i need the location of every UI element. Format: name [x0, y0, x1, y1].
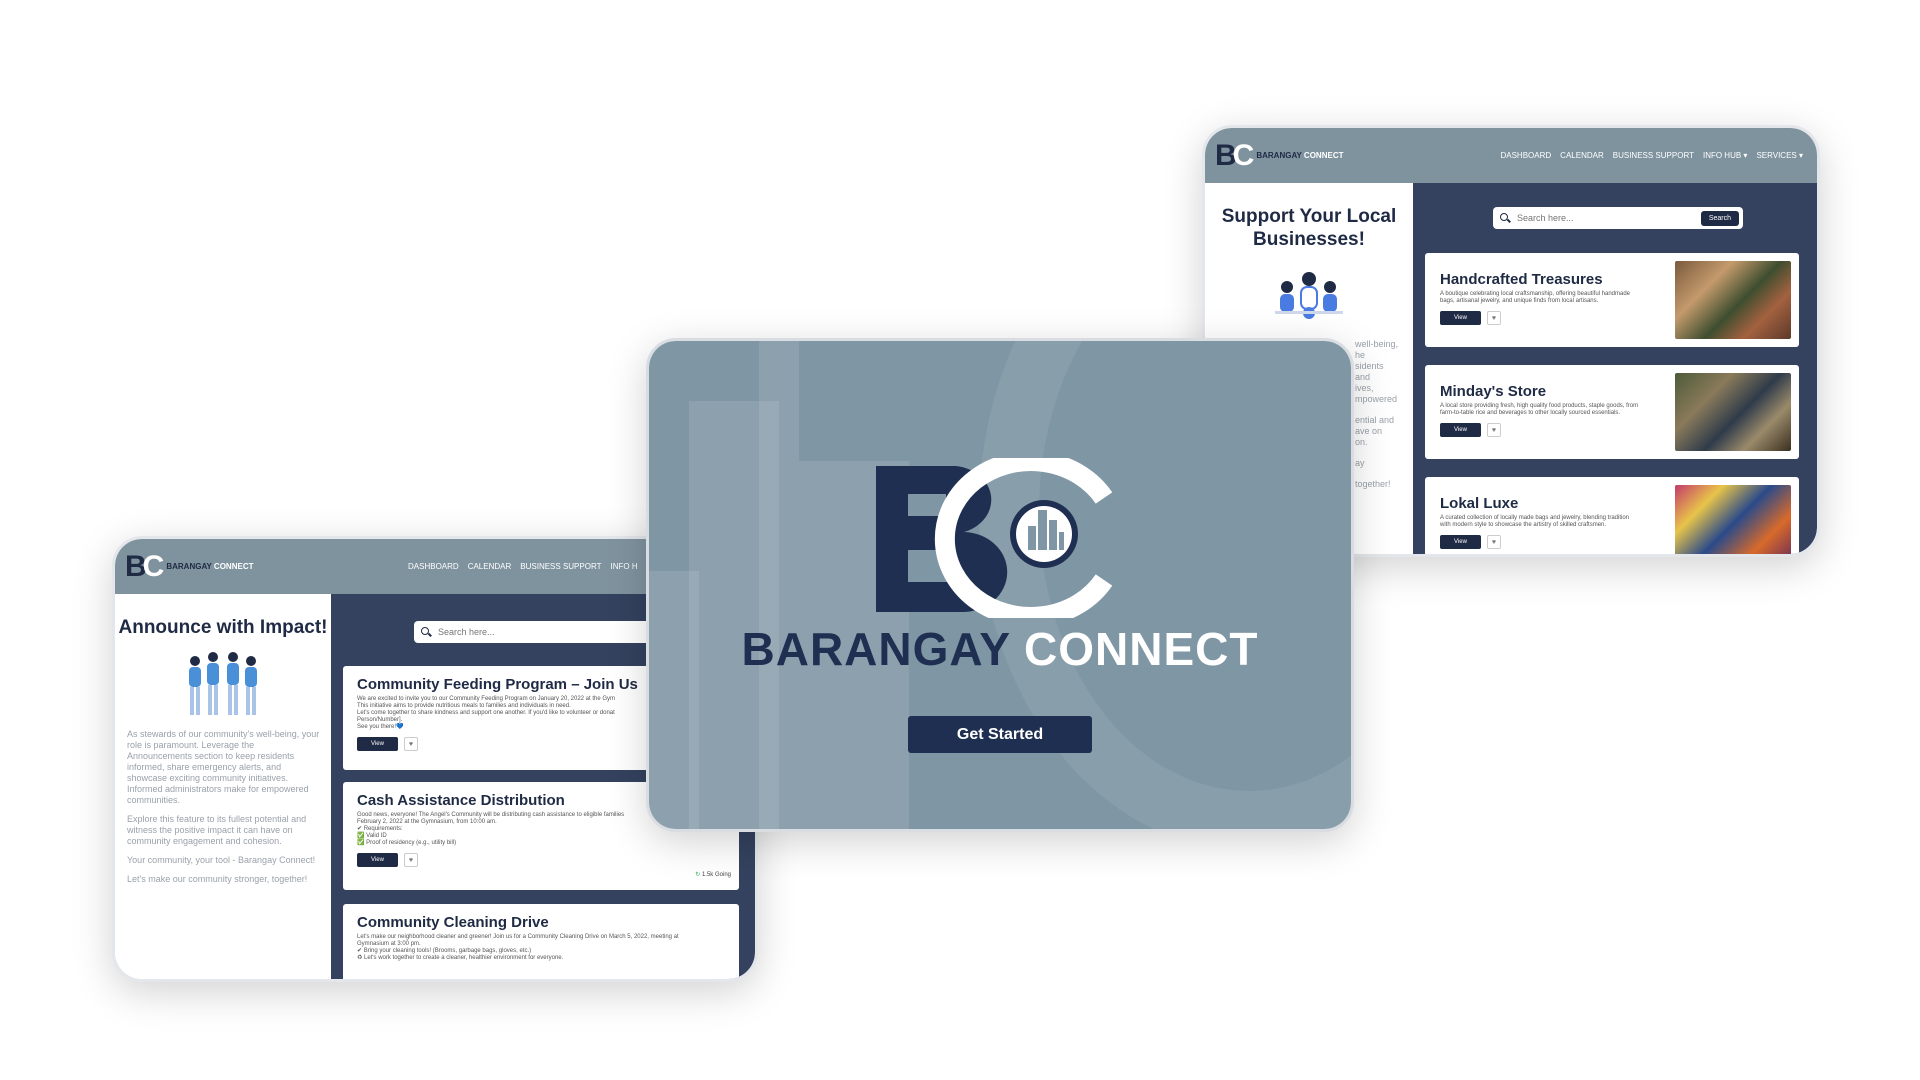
nav-services[interactable]: SERVICES ▾	[1756, 151, 1803, 160]
nav-business-support[interactable]: BUSINESS SUPPORT	[520, 562, 601, 571]
sidebar-text-line: together!	[1355, 479, 1391, 489]
nav-business-support[interactable]: BUSINESS SUPPORT	[1613, 151, 1694, 160]
announcement-body: Let's make our neighborhood cleaner and …	[357, 934, 679, 961]
brand-logo[interactable]: BC BARANGAY CONNECT	[125, 550, 253, 584]
view-button[interactable]: View	[1440, 311, 1481, 325]
page-heading: Announce with Impact!	[118, 617, 328, 638]
business-title: Minday's Store	[1440, 383, 1547, 400]
heart-icon[interactable]: ♥	[1486, 535, 1501, 549]
sidebar-text-line: ay	[1355, 458, 1365, 468]
view-button[interactable]: View	[1440, 423, 1481, 437]
sidebar-text-line: ave on	[1355, 426, 1383, 436]
splash-title: BARANGAY CONNECT	[741, 623, 1259, 675]
logo-wordmark: BARANGAY CONNECT	[166, 562, 254, 571]
people-illustration-icon	[1267, 265, 1351, 327]
sidebar-text-line	[1355, 405, 1413, 415]
background-building	[759, 341, 799, 829]
view-button[interactable]: View	[357, 737, 398, 751]
nav-info-hub[interactable]: INFO H	[610, 562, 637, 571]
sidebar-text-line: and	[1355, 372, 1371, 382]
nav-dashboard[interactable]: DASHBOARD	[408, 562, 459, 571]
business-title: Lokal Luxe	[1440, 495, 1519, 512]
sidebar-text-line: ives,	[1355, 383, 1374, 393]
nav-info-hub[interactable]: INFO HUB ▾	[1703, 151, 1747, 160]
sidebar-text-line	[1355, 469, 1413, 479]
heart-icon[interactable]: ♥	[1486, 423, 1501, 437]
sidebar-text-line: sidents	[1355, 361, 1384, 371]
sidebar-description: As stewards of our community's well-bein…	[127, 729, 320, 884]
sidebar-text-line: mpowered	[1355, 394, 1398, 404]
search-bar[interactable]	[414, 621, 654, 643]
nav-links: DASHBOARD CALENDAR BUSINESS SUPPORT INFO…	[408, 562, 638, 571]
bc-logo-mark	[876, 451, 1116, 627]
page-heading: Support Your Local Businesses!	[1221, 206, 1397, 250]
business-photo	[1675, 485, 1791, 554]
going-count: ↻ 1.5k Going	[695, 872, 731, 878]
sidebar-text-line: well-being,	[1355, 339, 1399, 349]
team-illustration-icon	[181, 647, 265, 719]
search-input[interactable]	[436, 626, 654, 638]
sidebar-text-line: he	[1355, 350, 1366, 360]
sidebar: Announce with Impact! As stewards of our…	[115, 594, 331, 979]
search-icon	[1500, 212, 1511, 224]
search-button[interactable]: Search	[1700, 210, 1739, 226]
business-photo	[1675, 261, 1791, 339]
business-title: Handcrafted Treasures	[1440, 271, 1603, 288]
logo-wordmark: BARANGAY CONNECT	[1256, 151, 1344, 160]
sidebar-text-line: on.	[1355, 437, 1368, 447]
business-description: A boutique celebrating local craftsmansh…	[1440, 291, 1631, 304]
nav-dashboard[interactable]: DASHBOARD	[1500, 151, 1551, 160]
background-building	[649, 571, 699, 829]
search-icon	[421, 626, 432, 638]
view-button[interactable]: View	[357, 853, 398, 867]
announcement-card: Community Cleaning Drive Let's make our …	[343, 904, 739, 979]
sidebar-text-line	[1355, 448, 1413, 458]
top-nav: BC BARANGAY CONNECT DASHBOARD CALENDAR B…	[1205, 128, 1817, 183]
business-card: Lokal Luxe A curated collection of local…	[1425, 477, 1799, 554]
view-button[interactable]: View	[1440, 535, 1481, 549]
nav-calendar[interactable]: CALENDAR	[1560, 151, 1604, 160]
business-photo	[1675, 373, 1791, 451]
business-description: A curated collection of locally made bag…	[1440, 515, 1629, 528]
heart-icon[interactable]: ♥	[403, 853, 418, 867]
business-description: A local store providing fresh, high qual…	[1440, 403, 1639, 416]
brand-logo[interactable]: BC BARANGAY CONNECT	[1215, 139, 1343, 173]
sidebar-text-line: ential and	[1355, 415, 1395, 425]
business-card: Minday's Store A local store providing f…	[1425, 365, 1799, 459]
sidebar-text-clipped: well-being, he sidents and ives, mpowered enti…	[1355, 339, 1413, 490]
get-started-button[interactable]: Get Started	[908, 716, 1092, 753]
going-icon: ↻	[695, 872, 701, 878]
nav-calendar[interactable]: CALENDAR	[468, 562, 512, 571]
logo-mark: BC	[1215, 138, 1254, 172]
logo-mark: BC	[125, 549, 164, 583]
heart-icon[interactable]: ♥	[1486, 311, 1501, 325]
search-bar[interactable]: Search	[1493, 207, 1743, 229]
main-panel: Search Handcrafted Treasures A boutique …	[1413, 183, 1817, 554]
announcement-title: Community Cleaning Drive	[357, 914, 549, 931]
business-card: Handcrafted Treasures A boutique celebra…	[1425, 253, 1799, 347]
search-input[interactable]	[1515, 212, 1701, 224]
nav-links: DASHBOARD CALENDAR BUSINESS SUPPORT INFO…	[1500, 151, 1803, 160]
heart-icon[interactable]: ♥	[403, 737, 418, 751]
